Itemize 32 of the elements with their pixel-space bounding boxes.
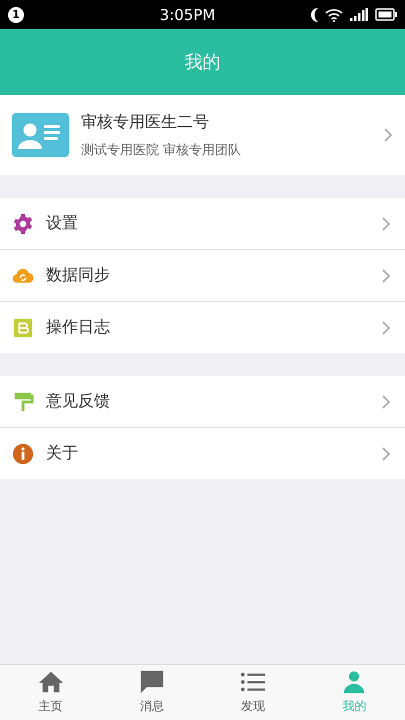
menu-item[interactable]: 操作日志 xyxy=(0,301,405,353)
book-icon xyxy=(12,316,34,338)
tab[interactable]: 发现 xyxy=(202,665,304,720)
battery-icon xyxy=(375,8,397,21)
list-icon xyxy=(240,670,266,694)
menu-item[interactable]: 意见反馈 xyxy=(0,376,405,427)
chevron-icon xyxy=(381,394,391,410)
page-title: 我的 xyxy=(184,51,220,74)
home-icon xyxy=(38,670,64,694)
gear-icon xyxy=(12,212,34,234)
tab[interactable]: 主页 xyxy=(0,665,102,720)
menu-item[interactable]: 数据同步 xyxy=(0,249,405,301)
chevron-icon xyxy=(381,320,391,336)
id-card-icon xyxy=(12,113,69,157)
status-time: 3:05PM xyxy=(158,6,216,24)
chevron-icon xyxy=(381,216,391,232)
profile-card[interactable]: 审核专用医生二号 测试专用医院 审核专用团队 xyxy=(0,95,405,175)
menu-item[interactable]: 关于 xyxy=(0,427,405,479)
wifi-icon xyxy=(325,8,343,22)
moon-icon xyxy=(311,8,318,22)
paint-roller-icon xyxy=(12,390,34,412)
menu-item[interactable]: 设置 xyxy=(0,198,405,249)
notification-badge: 1 xyxy=(8,6,24,22)
user-name: 审核专用医生二号 xyxy=(81,112,210,132)
chevron-icon xyxy=(383,127,393,143)
signal-icon xyxy=(350,8,368,21)
user-organization: 测试专用医院 审核专用团队 xyxy=(81,142,242,158)
chat-icon xyxy=(138,670,165,694)
chevron-icon xyxy=(381,446,391,462)
tab[interactable]: 消息 xyxy=(101,665,202,720)
chevron-icon xyxy=(381,268,391,284)
info-icon xyxy=(12,442,34,464)
